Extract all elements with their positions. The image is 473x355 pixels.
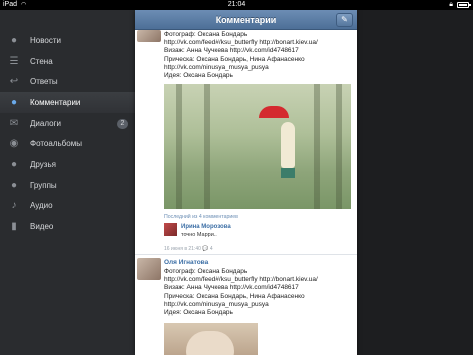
post-photo[interactable] [164,84,351,209]
sidebar-item-label: Стена [30,57,53,66]
sidebar-item-comments[interactable]: ● Комментарии [0,92,135,113]
video-icon: ▮ [11,221,17,232]
sidebar-item-label: Фотоальбомы [30,139,82,148]
lock-icon: 🔒︎ [449,1,453,8]
sidebar-item-label: Аудио [30,201,53,210]
photo-tree [314,84,320,209]
battery-tip [469,4,471,6]
comment-text: точно Марри.. [181,232,217,238]
reply-icon: ↩ [9,76,19,87]
post-line: Идея: Оксана Бондарь [164,309,233,317]
sidebar-item-label: Комментарии [30,98,81,107]
background-area [357,10,473,355]
post-link-line[interactable]: http://vk.com/ninusya_musya_pusya [164,301,354,309]
post-line: Фотограф: Оксана Бондарь [164,31,248,38]
sidebar-item-label: Новости [30,36,61,45]
navigation-bar: Комментарии ✎ [135,10,357,30]
post-footer: 16 июня в 21:40 💬 4 [164,246,213,252]
avatar[interactable] [137,258,161,280]
sidebar-item-label: Ответы [30,77,58,86]
page-title: Комментарии [215,15,277,25]
sidebar-item-label: Видео [30,222,54,231]
music-icon: ♪ [11,200,17,211]
post-line: Прическа: Оксана Бондарь, Нина Афанасенк… [164,55,305,63]
groups-icon: ● [10,180,18,191]
comments-panel: Комментарии ✎ Фотограф: Оксана Бондарь h… [135,10,357,355]
photo-boots [281,168,295,178]
post-text: Фотограф: Оксана Бондарь http://vk.com/f… [164,31,354,80]
sidebar-item-groups[interactable]: ● Группы [0,175,135,196]
sidebar-item-label: Диалоги [30,119,61,128]
post-line: Визаж: Анна Чучкева http://vk.com/id4748… [164,47,299,55]
edit-icon: ✎ [341,15,348,24]
camera-icon: ◉ [9,138,19,149]
dialogs-icon: ✉ [9,118,19,129]
post-link-line[interactable]: http://vk.com/feed#/ksu_butterfly http:/… [164,276,354,284]
comments-icon: ● [10,97,18,108]
comments-count-link[interactable]: Последний из 4 комментариев [164,214,238,220]
wall-icon: ☰ [9,56,19,67]
news-icon: ● [10,35,18,46]
sidebar-item-replies[interactable]: ↩ Ответы [0,71,135,92]
sidebar-item-friends[interactable]: ● Друзья [0,154,135,175]
friends-icon: ● [10,159,18,170]
avatar[interactable] [137,30,161,42]
photo-tree [204,84,210,209]
post-link-line[interactable]: http://vk.com/feed#/ksu_butterfly http:/… [164,39,354,47]
post-line: Визаж: Анна Чучкева http://vk.com/id4748… [164,284,299,292]
sidebar-item-label: Группы [30,181,57,190]
sidebar: ● Новости ☰ Стена ↩ Ответы ● Комментарии… [0,10,135,355]
sidebar-item-wall[interactable]: ☰ Стена [0,51,135,72]
divider [135,254,357,255]
post-link-line[interactable]: http://vk.com/ninusya_musya_pusya [164,64,354,72]
sidebar-item-video[interactable]: ▮ Видео [0,216,135,237]
post-author[interactable]: Оля Игнатова [164,259,208,266]
photo-umbrella [259,106,289,118]
sidebar-item-photos[interactable]: ◉ Фотоальбомы [0,133,135,154]
post-line: Идея: Оксана Бондарь [164,72,233,80]
photo-tree [176,84,182,209]
post-line: Прическа: Оксана Бондарь, Нина Афанасенк… [164,292,305,300]
comment-author[interactable]: Ирина Морозова [181,224,231,230]
compose-button[interactable]: ✎ [336,13,353,27]
clock: 21:04 [227,1,246,8]
sidebar-item-dialogs[interactable]: ✉ Диалоги 2 [0,113,135,134]
battery-icon [457,2,469,8]
status-bar: iPad ◠ 21:04 🔒︎ [0,0,473,10]
unread-badge: 2 [117,119,128,129]
photo-figure [281,122,295,168]
photo-tree [336,84,342,209]
post-photo[interactable] [164,323,258,355]
sidebar-item-audio[interactable]: ♪ Аудио [0,195,135,216]
post-line: Фотограф: Оксана Бондарь [164,268,248,275]
comment-avatar[interactable] [164,223,177,236]
sidebar-item-news[interactable]: ● Новости [0,30,135,51]
post-text: Фотограф: Оксана Бондарь http://vk.com/f… [164,268,354,317]
photo-face [186,331,234,355]
sidebar-item-label: Друзья [30,160,56,169]
